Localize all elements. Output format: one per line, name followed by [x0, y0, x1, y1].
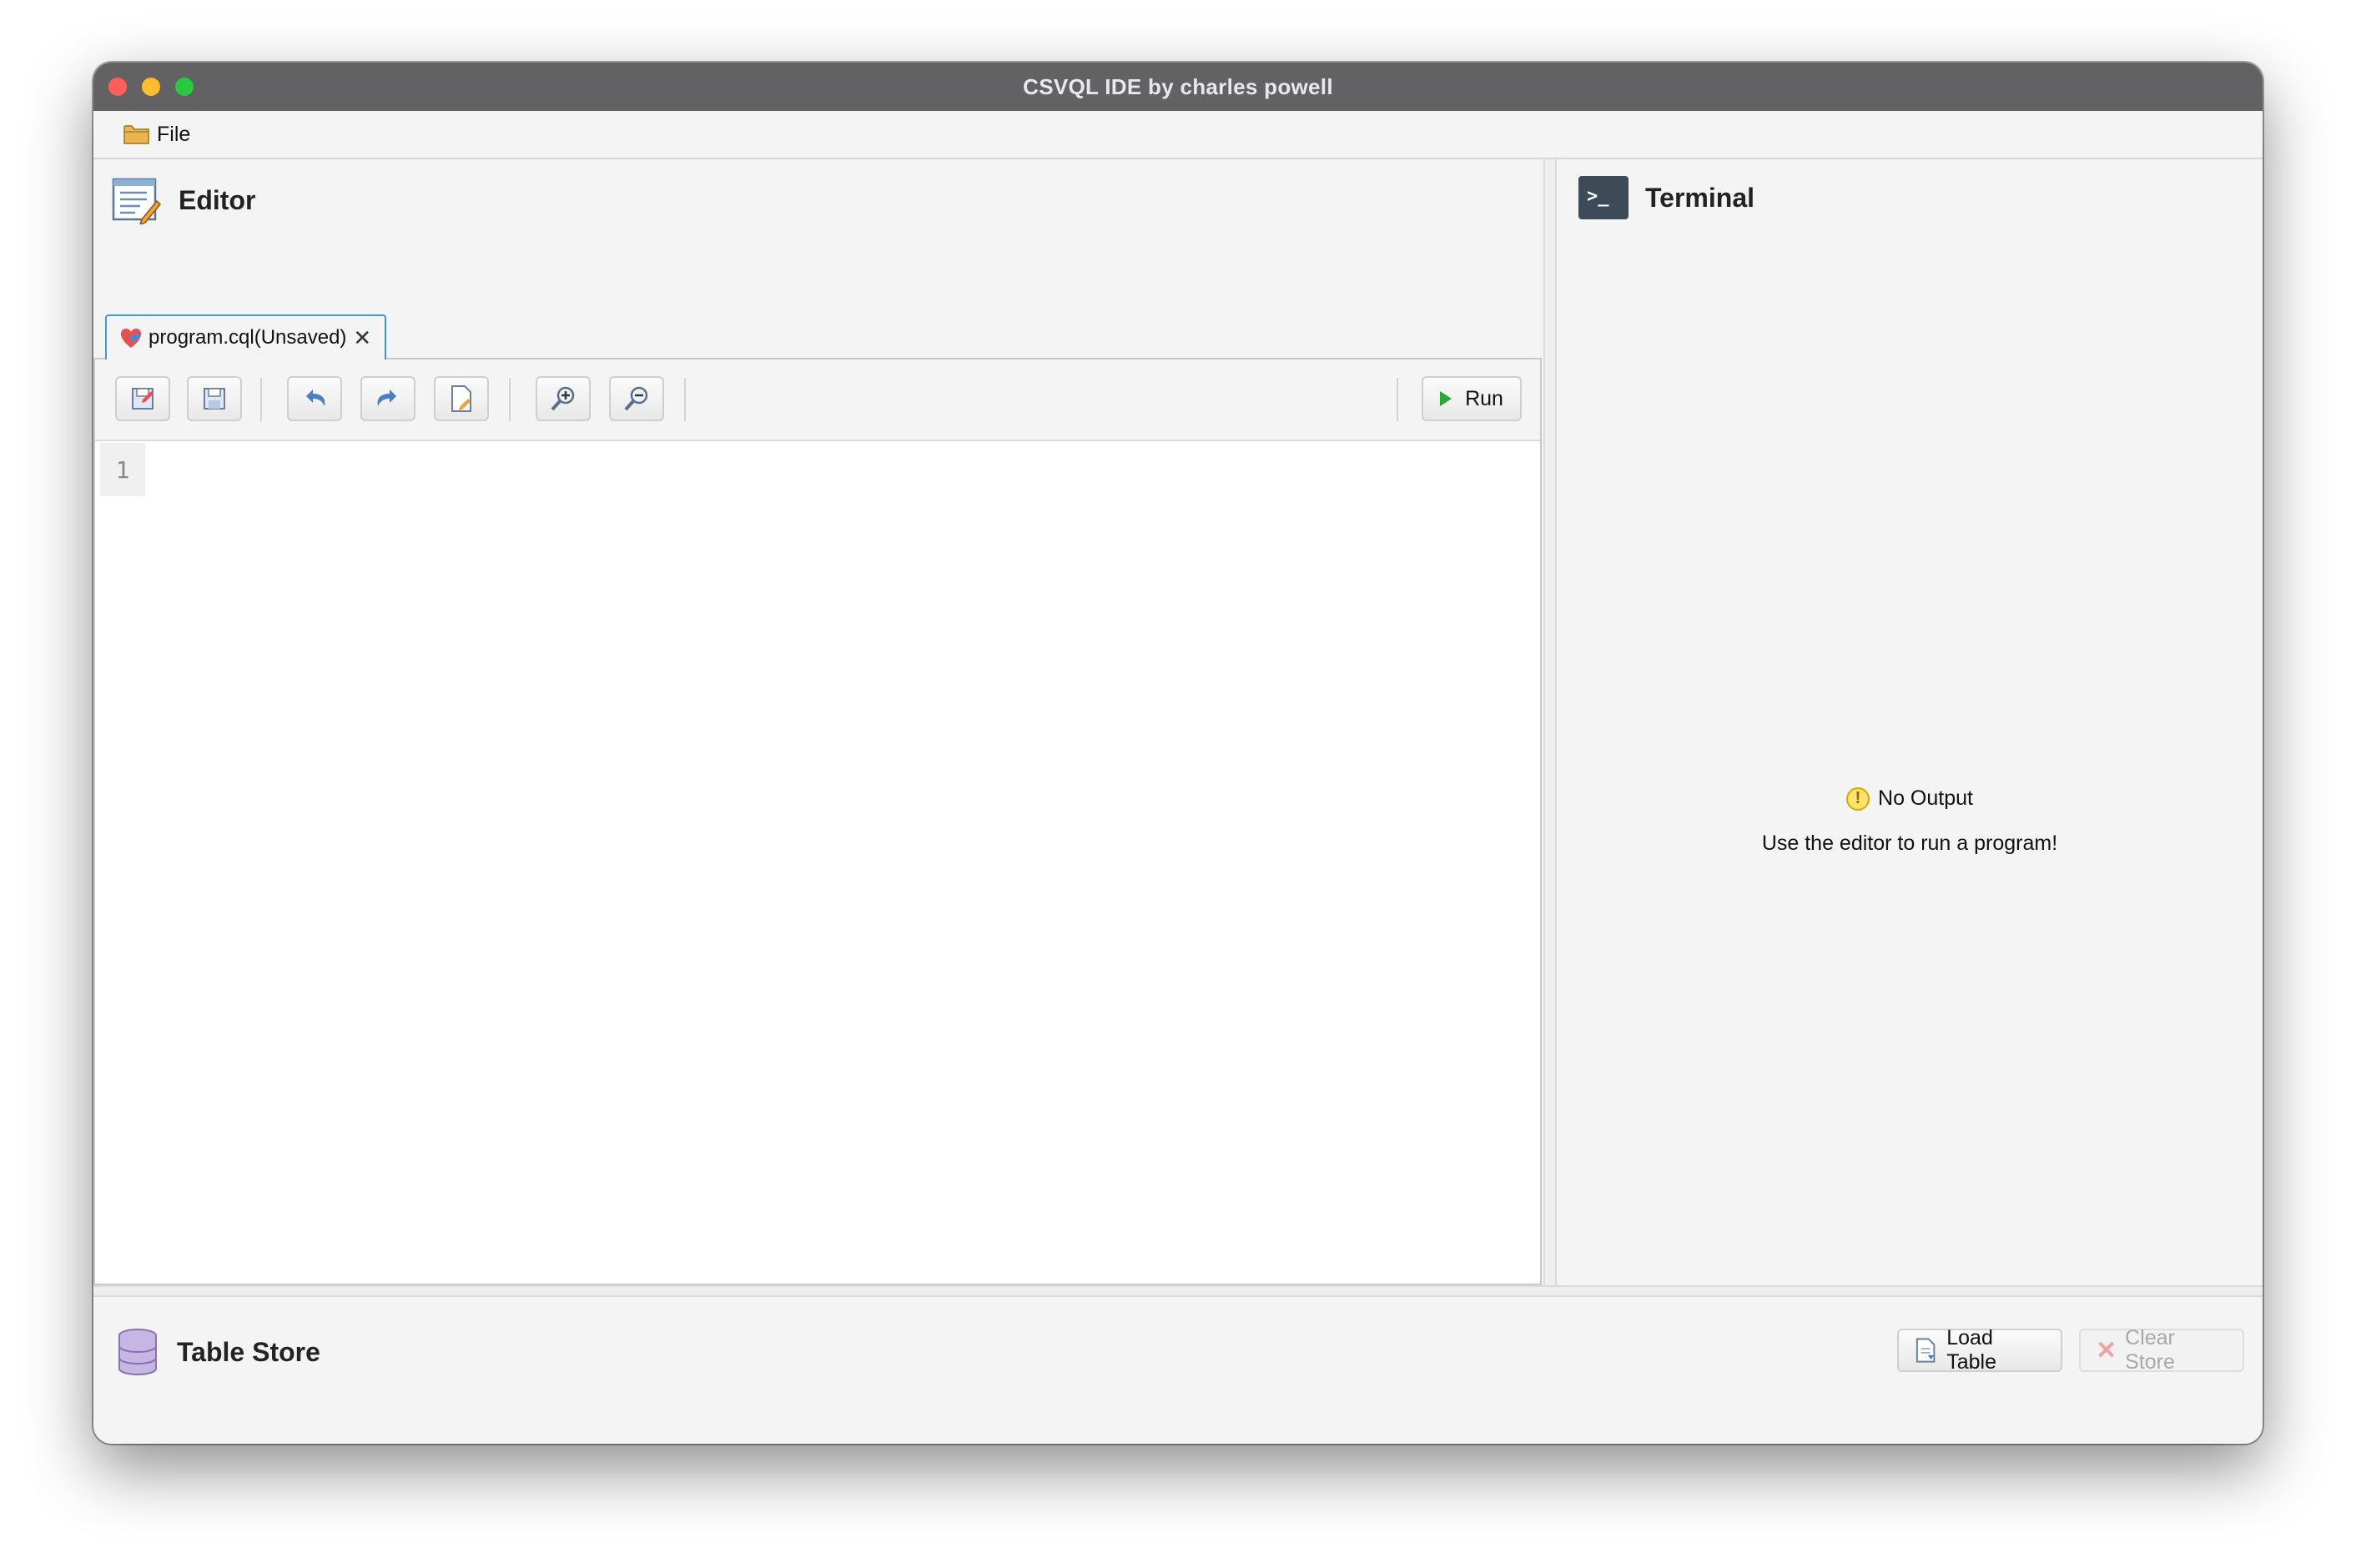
- file-menu-label: File: [157, 122, 191, 146]
- editor-toolbar: Run: [95, 359, 1540, 441]
- warning-icon: !: [1846, 787, 1870, 811]
- database-icon: [118, 1329, 157, 1376]
- editor-header: Editor: [110, 176, 255, 224]
- load-table-label: Load Table: [1946, 1326, 1996, 1374]
- window-title: CSVQL IDE by charles powell: [1023, 73, 1333, 99]
- run-label: Run: [1465, 386, 1503, 410]
- redo-icon: [377, 389, 396, 406]
- tab-close-icon[interactable]: ✕: [353, 325, 371, 351]
- undo-button[interactable]: [287, 376, 342, 421]
- table-store-panel: Table Store Load Table ✕ Clear Store: [93, 1297, 2263, 1444]
- minimize-window-button[interactable]: [142, 78, 160, 96]
- terminal-hint: Use the editor to run a program!: [1761, 832, 2058, 855]
- no-output-label: No Output: [1878, 787, 1973, 810]
- save-as-icon: [132, 388, 154, 410]
- editor-panel: Editor program.cql(Unsaved) ✕ Run 1: [93, 159, 1542, 1285]
- clear-store-button[interactable]: ✕ Clear Store: [2079, 1326, 2244, 1374]
- editor-icon: [112, 178, 162, 224]
- line-number: 1: [100, 443, 145, 496]
- load-file-icon: [1916, 1338, 1936, 1363]
- edit-file-button[interactable]: [434, 376, 489, 421]
- terminal-title: Terminal: [1645, 182, 1754, 213]
- menu-bar: File: [93, 111, 2263, 159]
- editor-container: Run 1: [93, 358, 1542, 1285]
- zoom-out-button[interactable]: [609, 376, 664, 421]
- clear-store-label: Clear Store: [2125, 1326, 2175, 1374]
- zoom-out-icon: [624, 386, 648, 411]
- tab-label: program.cql(Unsaved): [149, 326, 347, 349]
- undo-icon: [306, 389, 325, 406]
- save-icon: [204, 388, 225, 410]
- zoom-in-button[interactable]: [536, 376, 591, 421]
- app-window: CSVQL IDE by charles powell File Editor: [93, 63, 2263, 1444]
- save-as-button[interactable]: [115, 376, 170, 421]
- toolbar-separator: [1397, 378, 1398, 421]
- file-menu[interactable]: File: [123, 123, 190, 147]
- load-table-button[interactable]: Load Table: [1897, 1326, 2062, 1374]
- code-editor-area[interactable]: [149, 441, 1540, 1284]
- zoom-in-icon: [551, 386, 575, 411]
- terminal-header: Terminal: [1578, 176, 1754, 219]
- toolbar-separator: [509, 378, 511, 421]
- table-store-header: Table Store: [115, 1327, 320, 1377]
- editor-title: Editor: [179, 184, 256, 215]
- terminal-icon: [1578, 176, 1629, 219]
- close-window-button[interactable]: [108, 78, 127, 96]
- horizontal-split-handle[interactable]: [93, 1285, 2263, 1297]
- save-button[interactable]: [187, 376, 242, 421]
- toolbar-separator: [684, 378, 686, 421]
- title-bar[interactable]: CSVQL IDE by charles powell: [93, 63, 2263, 111]
- terminal-panel: Terminal ! No Output Use the editor to r…: [1557, 159, 2263, 1285]
- toolbar-separator: [260, 378, 262, 421]
- clear-icon: ✕: [2096, 1336, 2117, 1364]
- table-store-title: Table Store: [177, 1336, 320, 1367]
- no-output-message: ! No Output: [1557, 787, 2263, 811]
- edit-file-icon: [451, 385, 471, 412]
- cql-file-icon: [121, 329, 141, 348]
- vertical-split-handle[interactable]: [1543, 159, 1557, 1285]
- folder-icon: [123, 125, 149, 144]
- run-button[interactable]: Run: [1422, 376, 1522, 421]
- redo-button[interactable]: [360, 376, 415, 421]
- maximize-window-button[interactable]: [175, 78, 194, 96]
- tab-program-cql[interactable]: program.cql(Unsaved) ✕: [105, 314, 387, 359]
- play-icon: [1440, 391, 1452, 406]
